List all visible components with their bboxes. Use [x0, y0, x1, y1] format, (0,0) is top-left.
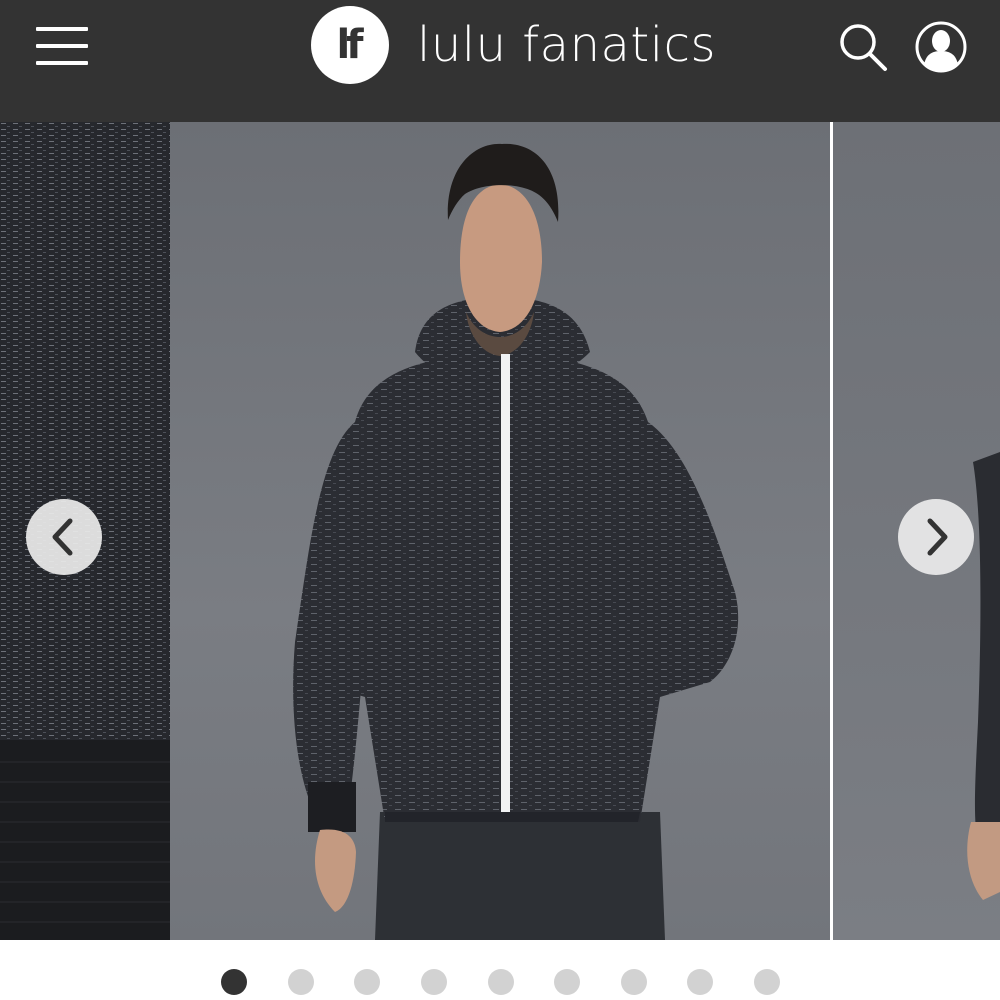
pagination-dot-2[interactable] — [288, 969, 314, 995]
pagination-dot-5[interactable] — [488, 969, 514, 995]
pagination-dot-4[interactable] — [421, 969, 447, 995]
chevron-left-icon — [52, 518, 73, 556]
user-profile-icon[interactable] — [914, 20, 968, 74]
chevron-right-icon — [927, 518, 948, 556]
main-product-image[interactable] — [170, 122, 830, 940]
hamburger-menu-icon[interactable] — [36, 27, 88, 65]
logo-text: lf — [336, 22, 363, 68]
search-icon[interactable] — [836, 20, 890, 74]
lf-logo-icon: lf — [311, 6, 389, 84]
brand-logo-link[interactable]: lf lulu fanatics — [311, 6, 716, 84]
carousel-next-button[interactable] — [898, 499, 974, 575]
pagination-dot-1[interactable] — [221, 969, 247, 995]
pagination-dot-8[interactable] — [687, 969, 713, 995]
pagination-dot-7[interactable] — [621, 969, 647, 995]
carousel-prev-button[interactable] — [26, 499, 102, 575]
model-hoodie-image — [293, 143, 739, 940]
pagination-dot-6[interactable] — [554, 969, 580, 995]
brand-name: lulu fanatics — [417, 17, 716, 73]
top-header: lf lulu fanatics — [0, 0, 1000, 122]
carousel-pagination — [0, 962, 1000, 995]
product-image-carousel[interactable] — [0, 122, 1000, 940]
pagination-dot-3[interactable] — [354, 969, 380, 995]
pagination-dot-9[interactable] — [754, 969, 780, 995]
